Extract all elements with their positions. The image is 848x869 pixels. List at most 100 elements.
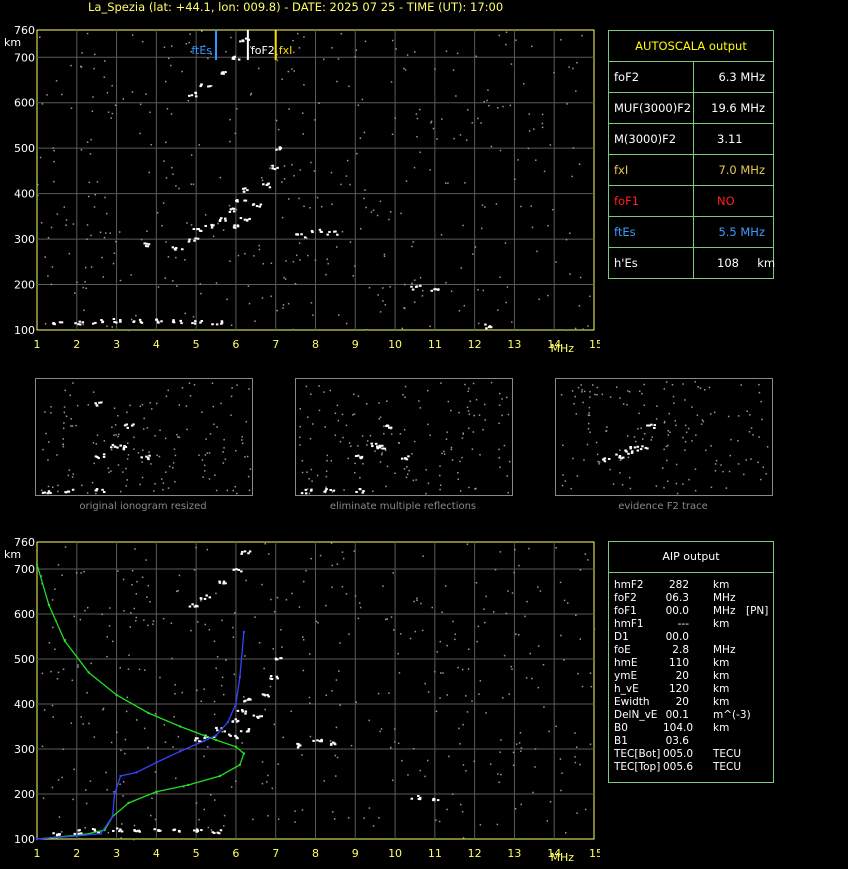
noise-point	[687, 427, 690, 430]
noise-point	[498, 422, 500, 425]
noise-point	[93, 462, 95, 465]
noise-point	[116, 731, 118, 734]
noise-point	[414, 51, 416, 53]
trace-point	[71, 488, 75, 491]
noise-point	[424, 775, 426, 778]
noise-point	[165, 241, 167, 243]
noise-point	[201, 459, 204, 461]
noise-point	[338, 670, 340, 672]
noise-point	[261, 761, 264, 763]
noise-point	[436, 651, 438, 653]
trace-point	[102, 491, 106, 494]
noise-point	[206, 548, 209, 551]
noise-point	[501, 414, 503, 417]
noise-point	[103, 76, 106, 78]
noise-point	[572, 67, 574, 70]
aip-row: D1 00.0	[609, 631, 773, 644]
noise-point	[326, 258, 328, 260]
noise-point	[309, 702, 311, 705]
noise-point	[232, 636, 235, 638]
noise-point	[223, 447, 225, 449]
noise-point	[350, 445, 352, 447]
noise-point	[156, 454, 158, 457]
noise-point	[581, 685, 584, 688]
noise-point	[81, 52, 83, 54]
noise-point	[249, 94, 252, 96]
noise-point	[576, 61, 578, 64]
trace-point	[245, 219, 249, 222]
noise-point	[559, 758, 562, 760]
noise-point	[459, 743, 461, 745]
noise-point	[214, 799, 216, 801]
noise-point	[62, 443, 65, 446]
noise-point	[178, 404, 181, 406]
noise-point	[506, 286, 509, 288]
noise-point	[323, 391, 325, 393]
noise-point	[452, 620, 454, 623]
noise-point	[234, 780, 237, 783]
x-tick-label: 10	[388, 847, 402, 860]
trace-point	[77, 832, 81, 835]
noise-point	[122, 781, 125, 783]
noise-point	[57, 671, 60, 674]
profile-point	[115, 693, 118, 697]
trace-point	[119, 320, 122, 323]
aip-panel: AIP output hmF2 282 km foF2 06.3 MHz foF1 00.0 M…	[608, 541, 774, 783]
noise-point	[215, 282, 218, 284]
noise-point	[89, 780, 92, 782]
noise-point	[222, 229, 225, 231]
noise-point	[86, 224, 89, 226]
noise-point	[129, 404, 131, 407]
noise-point	[165, 471, 167, 473]
noise-point	[606, 426, 608, 428]
y-tick-label: 200	[14, 788, 35, 801]
noise-point	[515, 743, 518, 745]
noise-point	[580, 384, 582, 386]
noise-point	[172, 746, 174, 748]
trace-point	[80, 832, 83, 835]
noise-point	[318, 385, 320, 387]
noise-point	[335, 726, 338, 729]
noise-point	[349, 241, 352, 243]
trace-point	[229, 208, 233, 211]
aip-name: B0	[614, 722, 628, 734]
noise-point	[148, 171, 150, 174]
noise-point	[381, 452, 383, 454]
noise-point	[115, 434, 117, 436]
noise-point	[162, 617, 165, 620]
noise-point	[475, 582, 478, 584]
noise-point	[665, 381, 668, 383]
noise-point	[439, 488, 441, 491]
noise-point	[378, 817, 380, 819]
trace-point	[46, 492, 50, 495]
noise-point	[394, 117, 396, 119]
noise-point	[76, 281, 78, 284]
noise-point	[234, 612, 236, 614]
trace-point	[194, 320, 197, 323]
x-tick-label: 6	[232, 847, 239, 860]
noise-point	[133, 607, 136, 610]
noise-point	[586, 443, 589, 446]
noise-point	[699, 387, 702, 389]
noise-point	[150, 143, 152, 146]
noise-point	[432, 127, 435, 130]
noise-point	[364, 189, 366, 191]
trace-point	[102, 455, 106, 458]
noise-point	[131, 584, 133, 586]
noise-point	[498, 34, 501, 37]
noise-point	[506, 396, 508, 399]
noise-point	[507, 590, 509, 592]
noise-point	[574, 761, 577, 764]
noise-point	[264, 708, 266, 711]
trace-point	[198, 229, 202, 232]
aip-name: foF2	[614, 592, 637, 604]
profile-point	[87, 671, 90, 674]
noise-point	[62, 427, 65, 430]
autoscala-label: foF1	[614, 194, 640, 208]
trace-point	[266, 693, 269, 696]
trace-point	[602, 458, 606, 461]
noise-point	[62, 748, 65, 751]
trace-point	[410, 797, 414, 800]
noise-point	[737, 463, 740, 465]
autoscala-label: MUF(3000)F2	[614, 101, 692, 115]
